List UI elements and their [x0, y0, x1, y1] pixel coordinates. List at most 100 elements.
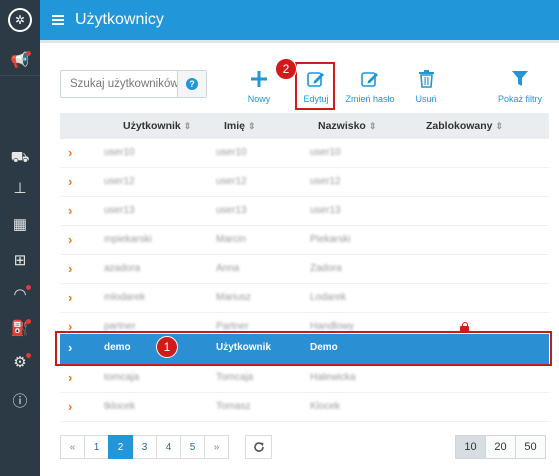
- sort-icon: ⇕: [368, 121, 377, 131]
- sidebar-item-structure[interactable]: ⊥: [0, 172, 40, 204]
- sidebar-item-grid[interactable]: ▦: [0, 208, 40, 240]
- filter-icon: [512, 68, 528, 90]
- refresh-button[interactable]: [245, 435, 272, 459]
- column-header-first-name[interactable]: Imię ⇕: [224, 120, 256, 132]
- top-bar: Użytkownicy: [40, 0, 559, 40]
- cell-last-name: user12: [310, 176, 341, 187]
- table-row[interactable]: › tomcaja Tomcaja Halewicka: [60, 364, 549, 393]
- chevron-right-icon[interactable]: ›: [68, 145, 72, 160]
- refresh-icon: [253, 442, 264, 452]
- column-header-username[interactable]: Użytkownik ⇕: [123, 120, 191, 132]
- sidebar-item-info[interactable]: ⓘ: [0, 384, 40, 416]
- cell-last-name: Lodarek: [310, 292, 347, 303]
- sort-icon: ⇕: [248, 121, 256, 131]
- column-header-locked[interactable]: Zablokowany ⇕: [426, 120, 503, 132]
- trash-icon: [418, 68, 434, 90]
- info-icon: ⓘ: [12, 392, 28, 410]
- notification-dot: [26, 319, 31, 324]
- chevron-right-icon[interactable]: ›: [68, 174, 72, 189]
- sidebar-item-dashboard[interactable]: ◠: [0, 278, 40, 310]
- truck-icon: ⛟: [10, 148, 30, 166]
- sidebar-item-settings[interactable]: ⚙: [0, 346, 40, 378]
- presentation-icon: ⊞: [13, 252, 27, 269]
- change-password-label: Zmień hasło: [345, 94, 395, 104]
- question-icon: ?: [186, 78, 198, 90]
- table-row[interactable]: › user12 user12 user12: [60, 168, 549, 197]
- chevron-right-icon[interactable]: ›: [68, 232, 72, 247]
- search-help-button[interactable]: ?: [177, 71, 206, 97]
- sort-icon: ⇕: [495, 121, 504, 131]
- grid-icon: ▦: [12, 216, 28, 233]
- page-size-selector: 10 20 50: [455, 435, 546, 459]
- chevron-right-icon[interactable]: ›: [68, 290, 72, 305]
- cell-first-name: Mariusz: [216, 292, 252, 303]
- cell-last-name: Halewicka: [310, 372, 356, 383]
- app-logo[interactable]: ✲: [0, 0, 40, 40]
- cell-username: mlodarek: [104, 292, 146, 303]
- cell-first-name: user13: [216, 205, 247, 216]
- chevron-right-icon[interactable]: ›: [68, 370, 72, 385]
- table-row[interactable]: › azadora Anna Zadora: [60, 255, 549, 284]
- delete-user-button[interactable]: Usuń: [413, 68, 439, 104]
- gauge-icon: ◠: [13, 286, 27, 303]
- cell-last-name: Zadora: [310, 263, 342, 274]
- cell-last-name: user10: [310, 147, 341, 158]
- column-header-last-name[interactable]: Nazwisko ⇕: [318, 120, 376, 132]
- page-size-option[interactable]: 50: [515, 435, 546, 459]
- delete-user-label: Usuń: [415, 94, 437, 104]
- table-row[interactable]: › mpiekarski Marcin Piekarski: [60, 226, 549, 255]
- sidebar-item-fuel[interactable]: ⛽: [0, 312, 40, 344]
- sidebar-item-vehicles[interactable]: ⛟: [0, 142, 40, 174]
- pagination-page[interactable]: 4: [156, 435, 181, 459]
- pagination-last[interactable]: »: [204, 435, 229, 459]
- show-filters-button[interactable]: Pokaż filtry: [498, 68, 543, 104]
- table-header: Użytkownik ⇕ Imię ⇕ Nazwisko ⇕ Zablokowany ⇕: [60, 113, 549, 139]
- cell-first-name: Anna: [216, 263, 240, 274]
- cell-last-name: user13: [310, 205, 341, 216]
- new-user-button[interactable]: Nowy: [246, 68, 272, 104]
- menu-icon[interactable]: [52, 15, 64, 25]
- page-size-option[interactable]: 20: [485, 435, 516, 459]
- notification-dot: [26, 353, 31, 358]
- plus-icon: [251, 68, 267, 90]
- sort-icon: ⇕: [183, 121, 192, 131]
- table-row[interactable]: › user10 user10 user10: [60, 139, 549, 168]
- logo-icon: ✲: [8, 8, 32, 32]
- table-row[interactable]: › mlodarek Mariusz Lodarek: [60, 284, 549, 313]
- step-badge-2: 2: [275, 58, 297, 80]
- new-user-label: Nowy: [247, 94, 271, 104]
- chevron-right-icon[interactable]: ›: [68, 203, 72, 218]
- cell-first-name: user10: [216, 147, 247, 158]
- hierarchy-icon: ⊥: [13, 180, 27, 197]
- search-box: ?: [60, 70, 207, 98]
- step-badge-1: 1: [156, 336, 178, 358]
- pagination-page[interactable]: 5: [180, 435, 205, 459]
- change-password-button[interactable]: Zmień hasło: [345, 68, 395, 104]
- pagination-page-current[interactable]: 2: [108, 435, 133, 459]
- page-title: Użytkownicy: [75, 11, 164, 28]
- chevron-right-icon[interactable]: ›: [68, 399, 72, 414]
- edit-highlight-frame: [295, 62, 335, 110]
- pagination-page[interactable]: 3: [132, 435, 157, 459]
- table-row[interactable]: › user13 user13 user13: [60, 197, 549, 226]
- cell-first-name: Tomcaja: [216, 372, 254, 383]
- header-divider: [40, 40, 559, 43]
- table-row[interactable]: › tklocek Tomasz Klocek: [60, 393, 549, 422]
- show-filters-label: Pokaż filtry: [498, 94, 543, 104]
- selected-row-highlight-frame: [55, 331, 552, 366]
- chevron-right-icon[interactable]: ›: [68, 261, 72, 276]
- sidebar-item-reports[interactable]: ⊞: [0, 244, 40, 276]
- cell-username: azadora: [104, 263, 141, 274]
- notification-dot: [26, 51, 31, 56]
- search-input[interactable]: [61, 71, 177, 97]
- page-size-option-selected[interactable]: 10: [455, 435, 486, 459]
- column-label: Imię: [224, 120, 246, 132]
- pagination-page[interactable]: 1: [84, 435, 109, 459]
- sidebar-item-announcements[interactable]: 📢: [0, 44, 40, 76]
- pagination-first[interactable]: «: [60, 435, 85, 459]
- cell-username: user12: [104, 176, 135, 187]
- column-label: Zablokowany: [426, 120, 493, 132]
- cell-username: user13: [104, 205, 135, 216]
- cell-username: user10: [104, 147, 135, 158]
- edit-password-icon: [361, 68, 379, 90]
